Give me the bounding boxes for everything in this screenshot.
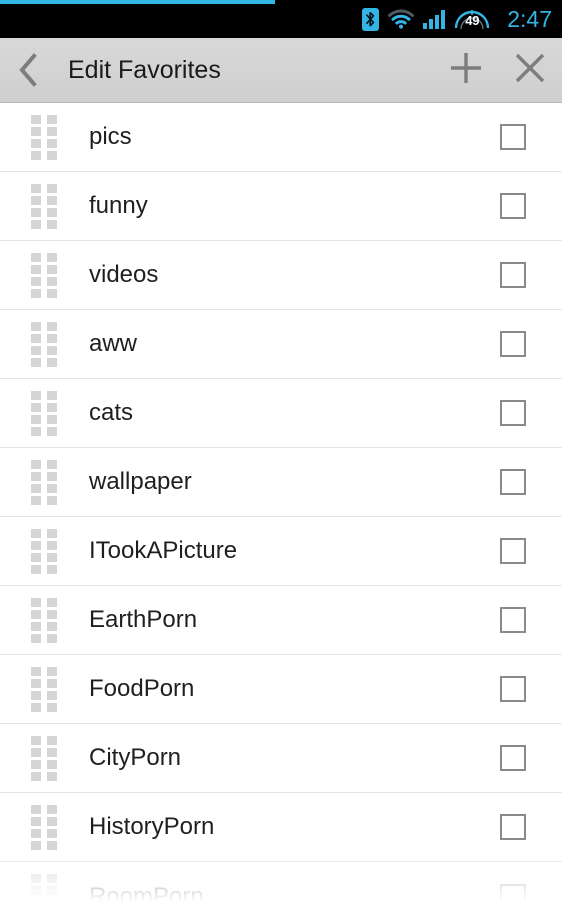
list-item[interactable]: HistoryPorn	[0, 793, 562, 862]
chevron-left-icon	[17, 53, 39, 87]
list-item[interactable]: RoomPorn	[0, 862, 562, 900]
drag-handle-icon[interactable]	[31, 666, 57, 712]
drag-handle-icon[interactable]	[31, 390, 57, 436]
list-item[interactable]: funny	[0, 172, 562, 241]
wifi-icon	[388, 9, 415, 29]
battery-icon: 49	[454, 6, 490, 32]
checkbox-unchecked-icon[interactable]	[500, 538, 526, 564]
drag-handle-icon[interactable]	[31, 114, 57, 160]
list-item-label: funny	[89, 194, 148, 218]
list-item[interactable]: FoodPorn	[0, 655, 562, 724]
status-bar-icons: 49 2:47	[362, 6, 552, 32]
list-item[interactable]: pics	[0, 103, 562, 172]
close-icon	[513, 51, 547, 90]
add-favorite-button[interactable]	[434, 38, 498, 103]
plus-icon	[448, 50, 484, 91]
list-item[interactable]: wallpaper	[0, 448, 562, 517]
checkbox-unchecked-icon[interactable]	[500, 469, 526, 495]
list-item[interactable]: aww	[0, 310, 562, 379]
list-item-label: HistoryPorn	[89, 815, 215, 839]
status-bar: 49 2:47	[0, 0, 562, 38]
list-item[interactable]: ITookAPicture	[0, 517, 562, 586]
list-item-label: wallpaper	[89, 470, 192, 494]
list-item[interactable]: videos	[0, 241, 562, 310]
drag-handle-icon[interactable]	[31, 321, 57, 367]
drag-handle-icon[interactable]	[31, 804, 57, 850]
drag-handle-icon[interactable]	[31, 735, 57, 781]
status-bar-clock: 2:47	[507, 5, 552, 32]
app-root: 49 2:47 Edit Favorites pics funny videos…	[0, 0, 562, 900]
checkbox-unchecked-icon[interactable]	[500, 331, 526, 357]
list-item[interactable]: cats	[0, 379, 562, 448]
favorites-list[interactable]: pics funny videos aww cats wallpaper ITookAPic…	[0, 103, 562, 900]
list-item-label: ITookAPicture	[89, 539, 238, 563]
list-item-label: CityPorn	[89, 746, 182, 770]
close-button[interactable]	[498, 38, 562, 103]
list-item-label: RoomPorn	[89, 884, 204, 900]
action-bar: Edit Favorites	[0, 38, 562, 103]
checkbox-unchecked-icon[interactable]	[500, 124, 526, 150]
progress-bar-track	[0, 0, 562, 4]
list-item-label: EarthPorn	[89, 608, 198, 632]
list-item-label: aww	[89, 332, 138, 356]
checkbox-unchecked-icon[interactable]	[500, 676, 526, 702]
action-bar-buttons	[434, 38, 562, 103]
list-item-label: videos	[89, 263, 159, 287]
list-item-label: pics	[89, 125, 132, 149]
battery-level-label: 49	[465, 13, 480, 28]
checkbox-unchecked-icon[interactable]	[500, 400, 526, 426]
list-item[interactable]: EarthPorn	[0, 586, 562, 655]
checkbox-unchecked-icon[interactable]	[500, 262, 526, 288]
page-title: Edit Favorites	[68, 55, 221, 84]
list-item-label: FoodPorn	[89, 677, 195, 701]
drag-handle-icon[interactable]	[31, 183, 57, 229]
drag-handle-icon[interactable]	[31, 874, 57, 900]
list-item-label: cats	[89, 401, 134, 425]
drag-handle-icon[interactable]	[31, 252, 57, 298]
back-button[interactable]	[0, 38, 56, 103]
list-item[interactable]: CityPorn	[0, 724, 562, 793]
checkbox-unchecked-icon[interactable]	[500, 193, 526, 219]
checkbox-unchecked-icon[interactable]	[500, 814, 526, 840]
progress-bar-fill	[0, 0, 276, 4]
checkbox-unchecked-icon[interactable]	[500, 745, 526, 771]
bluetooth-icon	[362, 7, 380, 31]
checkbox-unchecked-icon[interactable]	[500, 607, 526, 633]
cellular-signal-icon	[423, 9, 446, 29]
drag-handle-icon[interactable]	[31, 459, 57, 505]
drag-handle-icon[interactable]	[31, 528, 57, 574]
checkbox-unchecked-icon[interactable]	[500, 883, 526, 900]
drag-handle-icon[interactable]	[31, 597, 57, 643]
